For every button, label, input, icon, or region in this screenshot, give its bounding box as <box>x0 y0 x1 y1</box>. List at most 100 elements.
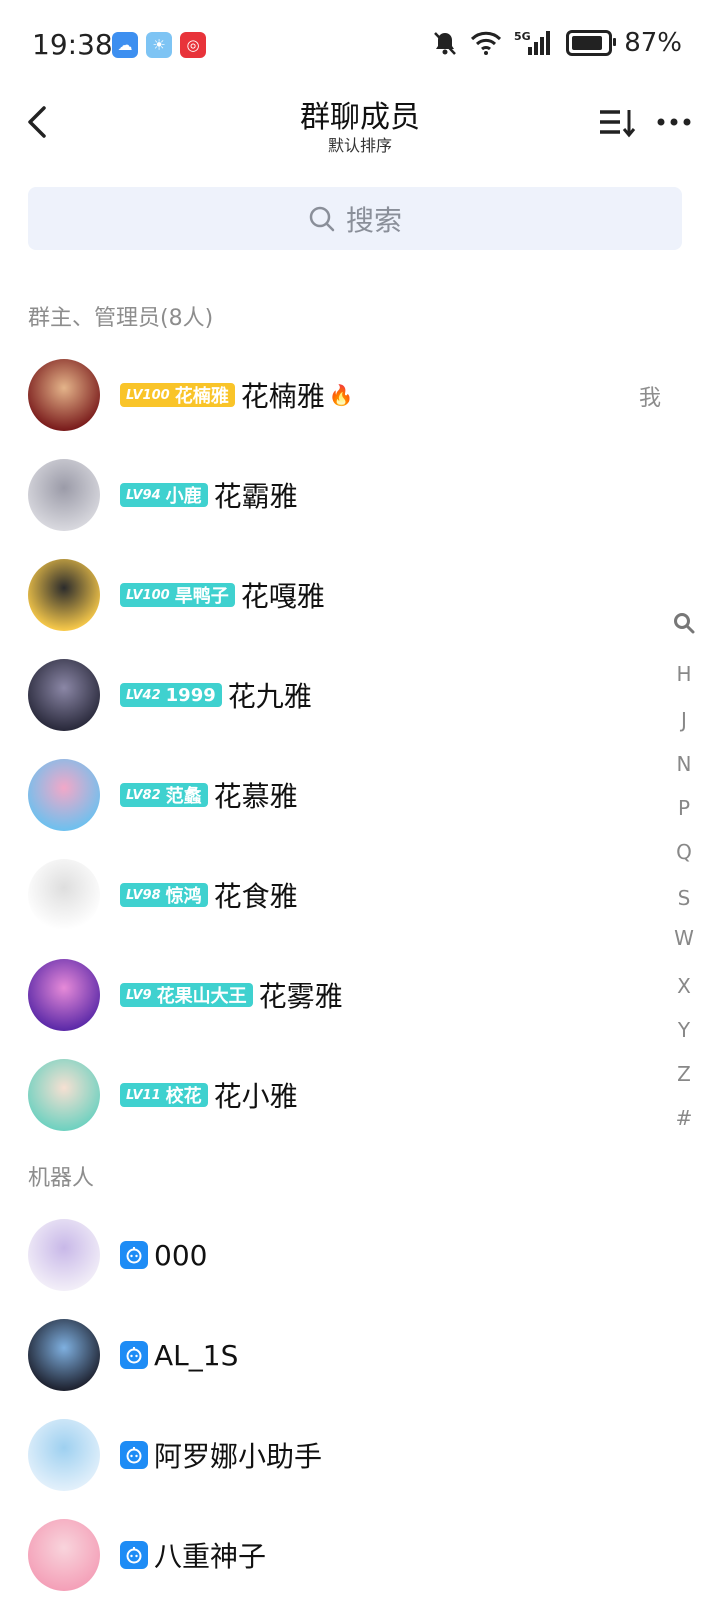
member-row[interactable]: LV100 花楠雅 花楠雅 🔥 我 <box>0 350 661 450</box>
member-info: LV9 花果山大王 花雾雅 <box>120 950 343 1040</box>
bot-info: 阿罗娜小助手 <box>120 1410 322 1500</box>
level-badge: LV82 范蠡 <box>120 783 208 807</box>
bot-row[interactable]: 阿罗娜小助手 <box>0 1410 640 1510</box>
level-badge: LV11 校花 <box>120 1083 208 1107</box>
index-letter[interactable]: Q <box>664 840 704 864</box>
robot-icon <box>120 1541 148 1569</box>
index-letter[interactable]: Y <box>664 1018 704 1042</box>
bot-info: 000 <box>120 1210 207 1300</box>
member-name: 花霸雅 <box>213 480 298 513</box>
member-row[interactable]: LV11 校花 花小雅 <box>0 1050 640 1150</box>
level-badge: LV100 旱鸭子 <box>120 583 235 607</box>
level-label: LV42 <box>126 687 161 703</box>
avatar[interactable] <box>28 1219 100 1291</box>
robot-icon <box>120 1341 148 1369</box>
bot-row[interactable]: AL_1S <box>0 1310 640 1410</box>
index-search-icon[interactable] <box>673 612 695 634</box>
wifi-icon <box>471 31 502 55</box>
member-info: LV100 旱鸭子 花嘎雅 <box>120 550 325 640</box>
member-name: 花雾雅 <box>258 980 343 1013</box>
avatar[interactable] <box>28 559 100 631</box>
avatar[interactable] <box>28 1419 100 1491</box>
level-label: LV94 <box>126 487 161 503</box>
member-info: LV94 小鹿 花霸雅 <box>120 450 298 540</box>
level-label: LV11 <box>126 1087 161 1103</box>
index-letter[interactable]: J <box>664 708 704 732</box>
member-title-tag: 小鹿 <box>165 486 202 507</box>
avatar[interactable] <box>28 1059 100 1131</box>
mute-bell-icon <box>434 32 457 55</box>
member-name: 花楠雅 <box>240 380 325 413</box>
member-row[interactable]: LV94 小鹿 花霸雅 <box>0 450 640 550</box>
member-name: 花慕雅 <box>213 780 298 813</box>
member-name: 花嘎雅 <box>240 580 325 613</box>
avatar[interactable] <box>28 659 100 731</box>
member-title-tag: 旱鸭子 <box>174 586 229 607</box>
member-info: LV98 惊鸿 花食雅 <box>120 850 298 940</box>
battery-icon <box>566 30 617 56</box>
member-info: LV100 花楠雅 花楠雅 🔥 <box>120 350 354 440</box>
section-title-bots: 机器人 <box>28 1166 95 1191</box>
avatar[interactable] <box>28 459 100 531</box>
notification-icons: ☁ ☀ ◎ <box>112 32 206 58</box>
index-letter[interactable]: H <box>664 662 704 686</box>
bot-name: 八重神子 <box>154 1540 267 1573</box>
level-label: LV100 <box>126 587 170 603</box>
section-title-admins: 群主、管理员(8人) <box>28 306 214 331</box>
index-letter[interactable]: W <box>664 926 704 950</box>
member-row[interactable]: LV9 花果山大王 花雾雅 <box>0 950 640 1050</box>
member-title-tag: 花果山大王 <box>156 986 247 1007</box>
avatar[interactable] <box>28 359 100 431</box>
avatar[interactable] <box>28 759 100 831</box>
more-options-icon[interactable] <box>656 110 692 134</box>
member-title-tag: 花楠雅 <box>174 386 229 407</box>
avatar[interactable] <box>28 959 100 1031</box>
search-placeholder: 搜索 <box>345 203 402 237</box>
battery-percent: 87% <box>624 28 682 58</box>
member-info: LV11 校花 花小雅 <box>120 1050 298 1140</box>
bot-name: 000 <box>154 1238 208 1272</box>
level-label: LV9 <box>126 987 152 1003</box>
member-row[interactable]: LV42 1999 花九雅 <box>0 650 640 750</box>
member-row[interactable]: LV100 旱鸭子 花嘎雅 <box>0 550 640 650</box>
bot-row[interactable]: 八重神子 <box>0 1510 640 1610</box>
search-bar[interactable]: 搜索 <box>28 187 682 250</box>
avatar[interactable] <box>28 859 100 931</box>
index-letter[interactable]: N <box>664 752 704 776</box>
status-right: 5G 87% <box>432 28 682 58</box>
avatar[interactable] <box>28 1519 100 1591</box>
member-title-tag: 惊鸿 <box>165 886 202 907</box>
index-letter[interactable]: P <box>664 796 704 820</box>
bot-info: 八重神子 <box>120 1510 266 1600</box>
member-info: LV82 范蠡 花慕雅 <box>120 750 298 840</box>
avatar[interactable] <box>28 1319 100 1391</box>
bot-name: 阿罗娜小助手 <box>154 1440 323 1473</box>
svg-text:5G: 5G <box>514 30 531 43</box>
flame-icon: 🔥 <box>328 383 354 407</box>
bot-row[interactable]: 000 <box>0 1210 640 1310</box>
index-letter[interactable]: S <box>664 886 704 910</box>
sort-icon[interactable] <box>598 106 636 138</box>
index-letter[interactable]: # <box>664 1106 704 1130</box>
robot-icon <box>120 1241 148 1269</box>
level-label: LV82 <box>126 787 161 803</box>
member-row[interactable]: LV82 范蠡 花慕雅 <box>0 750 640 850</box>
level-label: LV98 <box>126 887 161 903</box>
index-letter[interactable]: X <box>664 974 704 998</box>
music-app-icon: ◎ <box>180 32 206 58</box>
member-row[interactable]: LV98 惊鸿 花食雅 <box>0 850 640 950</box>
bot-name: AL_1S <box>154 1338 239 1372</box>
member-name: 花小雅 <box>213 1080 298 1113</box>
member-info: LV42 1999 花九雅 <box>120 650 312 740</box>
me-label: 我 <box>639 386 662 411</box>
status-bar: 19:38 ☁ ☀ ◎ 5G 87% <box>0 0 720 90</box>
member-title-tag: 1999 <box>165 684 216 706</box>
weather-app-icon: ☀ <box>146 32 172 58</box>
search-icon <box>309 206 335 231</box>
signal-5g-icon: 5G <box>514 30 551 55</box>
index-letter[interactable]: Z <box>664 1062 704 1086</box>
robot-icon <box>120 1441 148 1469</box>
member-name: 花食雅 <box>213 880 298 913</box>
status-time: 19:38 <box>32 28 113 61</box>
header: 群聊成员 默认排序 <box>0 90 720 170</box>
